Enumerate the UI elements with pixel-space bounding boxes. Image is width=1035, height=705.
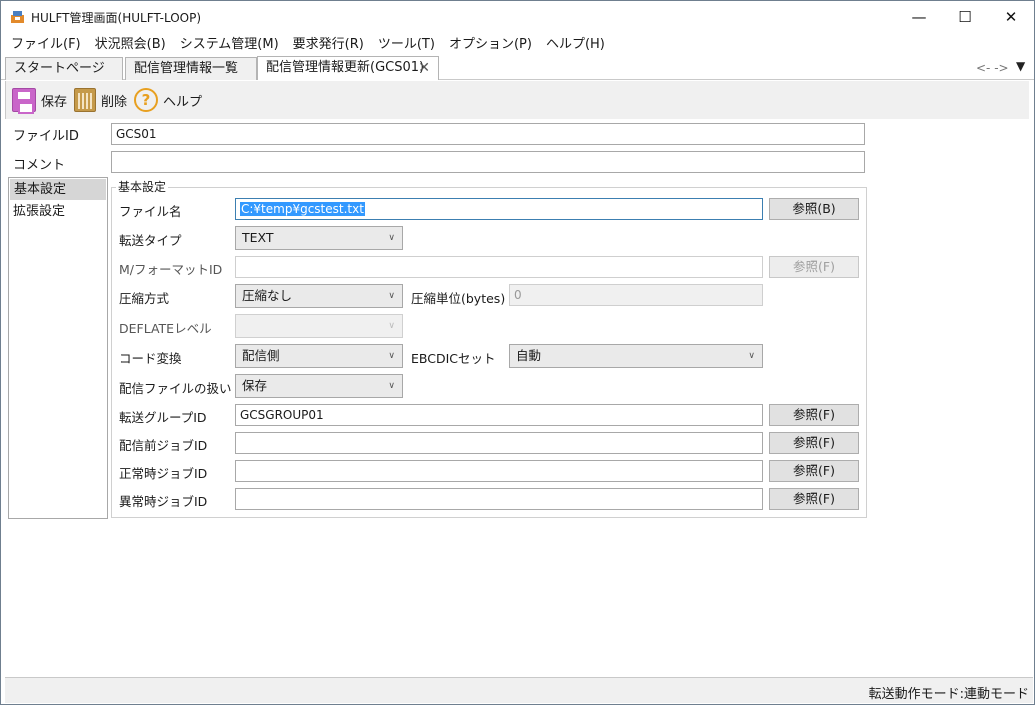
menu-request[interactable]: 要求発行(R) bbox=[286, 34, 371, 56]
menu-tools[interactable]: ツール(T) bbox=[371, 34, 442, 56]
file-handling-value: 保存 bbox=[242, 378, 268, 393]
title-bar: HULFT管理画面(HULFT-LOOP) — ☐ ✕ bbox=[1, 1, 1034, 32]
tab-close-icon[interactable]: ✕ bbox=[418, 57, 430, 79]
window-title: HULFT管理画面(HULFT-LOOP) bbox=[31, 11, 202, 25]
menu-status[interactable]: 状況照会(B) bbox=[88, 34, 173, 56]
transfer-mode-status: 転送動作モード:連動モード bbox=[868, 687, 1029, 702]
error-job-id-input[interactable] bbox=[235, 488, 763, 510]
status-bar: 転送動作モード:連動モード bbox=[5, 677, 1033, 703]
tab-label: 配信管理情報一覧 bbox=[134, 61, 239, 76]
delete-button[interactable]: 削除 bbox=[74, 87, 127, 113]
chevron-down-icon: ∨ bbox=[748, 351, 755, 361]
file-name-label: ファイル名 bbox=[119, 204, 182, 219]
code-conversion-value: 配信側 bbox=[242, 348, 280, 363]
normal-job-id-input[interactable] bbox=[235, 460, 763, 482]
file-handling-select[interactable]: 保存 ∨ bbox=[235, 374, 403, 398]
save-icon bbox=[12, 88, 36, 114]
compression-unit-label: 圧縮単位(bytes) bbox=[411, 291, 506, 306]
help-button[interactable]: ? ヘルプ bbox=[134, 87, 202, 113]
settings-nav: 基本設定 拡張設定 bbox=[8, 177, 108, 519]
save-label: 保存 bbox=[41, 94, 68, 110]
file-id-label: ファイルID bbox=[13, 129, 79, 144]
menu-file[interactable]: ファイル(F) bbox=[1, 34, 88, 56]
code-conversion-label: コード変換 bbox=[119, 351, 182, 366]
tab-navigation[interactable]: <- -> bbox=[976, 61, 1009, 75]
compression-select[interactable]: 圧縮なし ∨ bbox=[235, 284, 403, 308]
menu-options[interactable]: オプション(P) bbox=[442, 34, 539, 56]
compression-label: 圧縮方式 bbox=[119, 291, 170, 306]
deflate-level-label: DEFLATEレベル bbox=[119, 321, 212, 336]
nav-basic-settings[interactable]: 基本設定 bbox=[10, 179, 106, 200]
comment-input[interactable] bbox=[111, 151, 865, 173]
format-id-label: M/フォーマットID bbox=[119, 262, 223, 277]
tab-label: スタートページ bbox=[14, 61, 105, 76]
compression-unit-input[interactable]: 0 bbox=[509, 284, 763, 306]
ebcdic-set-select[interactable]: 自動 ∨ bbox=[509, 344, 763, 368]
menu-bar: ファイル(F) 状況照会(B) システム管理(M) 要求発行(R) ツール(T)… bbox=[1, 34, 612, 56]
chevron-down-icon: ∨ bbox=[388, 233, 395, 243]
toolbar: 保存 削除 ? ヘルプ bbox=[5, 81, 1029, 119]
browse-error-job-button[interactable]: 参照(F) bbox=[769, 488, 859, 510]
chevron-down-icon: ∨ bbox=[388, 381, 395, 391]
browse-format-button[interactable]: 参照(F) bbox=[769, 256, 859, 278]
group-title: 基本設定 bbox=[116, 178, 169, 195]
error-job-id-label: 異常時ジョブID bbox=[119, 494, 208, 509]
maximize-button[interactable]: ☐ bbox=[942, 1, 988, 32]
transfer-type-select[interactable]: TEXT ∨ bbox=[235, 226, 403, 250]
save-button[interactable]: 保存 bbox=[12, 87, 68, 114]
nav-extended-settings[interactable]: 拡張設定 bbox=[9, 201, 107, 223]
normal-job-id-label: 正常時ジョブID bbox=[119, 466, 208, 481]
chevron-down-icon: ∨ bbox=[388, 351, 395, 361]
compression-value: 圧縮なし bbox=[242, 288, 293, 303]
help-icon: ? bbox=[134, 88, 158, 112]
delete-label: 削除 bbox=[101, 94, 128, 110]
chevron-down-icon: ∨ bbox=[388, 321, 395, 331]
deflate-level-select[interactable]: ∨ bbox=[235, 314, 403, 338]
comment-label: コメント bbox=[13, 158, 66, 173]
transfer-type-label: 転送タイプ bbox=[119, 233, 182, 248]
browse-group-button[interactable]: 参照(F) bbox=[769, 404, 859, 426]
browse-file-button[interactable]: 参照(B) bbox=[769, 198, 859, 220]
transfer-group-id-input[interactable]: GCSGROUP01 bbox=[235, 404, 763, 426]
file-name-input[interactable]: C:¥temp¥gcstest.txt bbox=[235, 198, 763, 220]
file-name-value: C:¥temp¥gcstest.txt bbox=[240, 202, 365, 216]
tab-start-page[interactable]: スタートページ bbox=[5, 57, 123, 80]
app-icon bbox=[11, 11, 24, 23]
transfer-group-id-label: 転送グループID bbox=[119, 410, 207, 425]
browse-normal-job-button[interactable]: 参照(F) bbox=[769, 460, 859, 482]
file-id-input[interactable]: GCS01 bbox=[111, 123, 865, 145]
ebcdic-set-value: 自動 bbox=[516, 348, 542, 363]
pre-job-id-input[interactable] bbox=[235, 432, 763, 454]
tab-label: 配信管理情報更新(GCS01) bbox=[266, 60, 425, 75]
menu-help[interactable]: ヘルプ(H) bbox=[539, 34, 612, 56]
menu-system[interactable]: システム管理(M) bbox=[173, 34, 286, 56]
code-conversion-select[interactable]: 配信側 ∨ bbox=[235, 344, 403, 368]
format-id-input[interactable] bbox=[235, 256, 763, 278]
transfer-type-value: TEXT bbox=[242, 230, 274, 245]
tab-distribution-update[interactable]: 配信管理情報更新(GCS01) ✕ bbox=[257, 56, 439, 80]
close-button[interactable]: ✕ bbox=[988, 1, 1034, 32]
chevron-down-icon: ∨ bbox=[388, 291, 395, 301]
file-handling-label: 配信ファイルの扱い bbox=[119, 381, 232, 396]
tab-bar: スタートページ 配信管理情報一覧 配信管理情報更新(GCS01) ✕ <- -> … bbox=[1, 56, 1034, 80]
tab-distribution-list[interactable]: 配信管理情報一覧 bbox=[125, 57, 257, 80]
minimize-button[interactable]: — bbox=[896, 1, 942, 32]
browse-pre-job-button[interactable]: 参照(F) bbox=[769, 432, 859, 454]
pre-job-id-label: 配信前ジョブID bbox=[119, 438, 208, 453]
help-label: ヘルプ bbox=[163, 94, 203, 110]
app-window: HULFT管理画面(HULFT-LOOP) — ☐ ✕ ファイル(F) 状況照会… bbox=[0, 0, 1035, 705]
ebcdic-set-label: EBCDICセット bbox=[411, 351, 496, 366]
tab-list-dropdown-icon[interactable]: ▼ bbox=[1016, 59, 1025, 73]
trash-icon bbox=[74, 88, 96, 112]
